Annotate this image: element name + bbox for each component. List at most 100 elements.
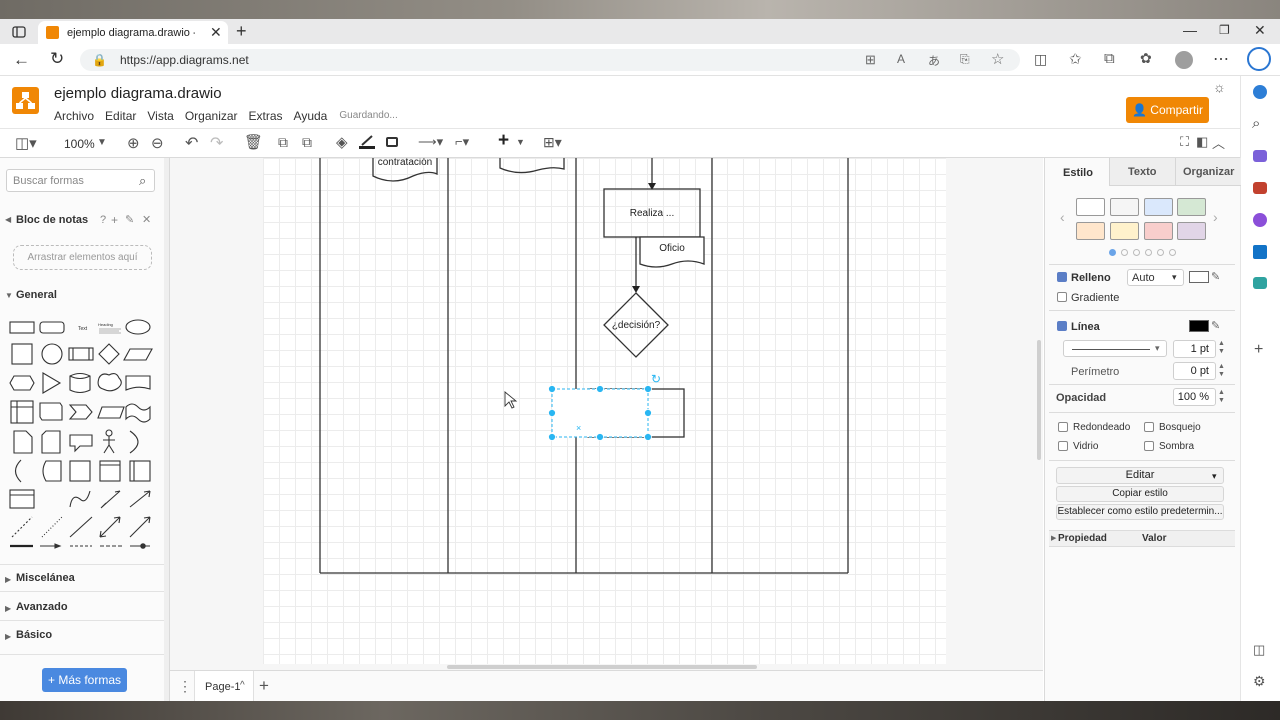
connection-icon[interactable]: ⟶▾ <box>418 134 443 150</box>
swatch-prev-icon[interactable]: ‹ <box>1060 209 1065 225</box>
zoom-in-icon[interactable]: ⊕ <box>127 134 140 152</box>
extensions-icon[interactable]: ✿ <box>1140 50 1152 67</box>
search-icon[interactable]: ⌕ <box>139 173 146 189</box>
search-sidebar-icon[interactable]: ⌕ <box>1252 115 1260 132</box>
style-swatch-8[interactable] <box>1177 222 1206 240</box>
line-style-select[interactable]: ▾ <box>1063 340 1167 357</box>
pages-menu-icon[interactable]: ⋮ <box>178 678 192 695</box>
zoom-out-icon[interactable]: ⊖ <box>151 134 164 152</box>
style-swatch-3[interactable] <box>1144 198 1173 216</box>
bosquejo-checkbox[interactable] <box>1144 422 1154 432</box>
relleno-select[interactable]: Auto ▾ <box>1127 269 1184 286</box>
expand-basic-icon[interactable]: ▶ <box>5 632 11 641</box>
split-screen-icon[interactable]: ◫ <box>1034 51 1047 68</box>
menu-organizar[interactable]: Organizar <box>185 109 238 123</box>
more-options-icon[interactable]: ⋯ <box>1213 49 1229 69</box>
properties-expand-icon[interactable]: ▶ <box>1051 534 1056 542</box>
style-swatch-7[interactable] <box>1144 222 1173 240</box>
format-panel-toggle-icon[interactable]: ◫▾ <box>15 134 37 152</box>
style-swatch-4[interactable] <box>1177 198 1206 216</box>
gradiente-checkbox[interactable] <box>1057 292 1067 302</box>
scratchpad-edit-icon[interactable]: ✎ <box>125 213 134 226</box>
opacidad-field[interactable]: 100 % <box>1173 388 1216 406</box>
zoom-level[interactable]: 100% <box>64 137 95 151</box>
favorite-icon[interactable]: ☆ <box>991 50 1004 68</box>
tag-icon[interactable] <box>1253 150 1267 162</box>
horizontal-scrollbar[interactable] <box>447 665 757 669</box>
outlook-icon[interactable] <box>1253 245 1267 259</box>
tab-organizar[interactable]: Organizar <box>1175 158 1241 186</box>
shadow-icon[interactable] <box>386 137 398 147</box>
add-page-icon[interactable]: + <box>259 676 269 696</box>
drop-icon[interactable] <box>1253 277 1267 289</box>
page-tab[interactable]: Page-1 ^ <box>194 671 254 702</box>
editar-style-button[interactable]: Editar ▾ <box>1056 467 1224 484</box>
notifications-icon[interactable] <box>1253 85 1267 99</box>
insert-dropdown-icon[interactable]: ▼ <box>516 137 525 147</box>
search-shapes-box[interactable]: Buscar formas ⌕ <box>6 169 155 192</box>
style-swatch-1[interactable] <box>1076 198 1105 216</box>
page-options-icon[interactable]: ^ <box>240 680 245 691</box>
browser-tab[interactable]: ejemplo diagrama.drawio - draw ✕ <box>38 21 228 44</box>
menu-archivo[interactable]: Archivo <box>54 109 94 123</box>
section-miscelanea[interactable]: Miscelánea <box>16 572 75 584</box>
share-button[interactable]: 👤 Compartir <box>1126 97 1209 123</box>
linea-edit-icon[interactable]: ✎ <box>1211 319 1220 332</box>
collapse-arrow-icon[interactable]: ◀ <box>5 215 11 224</box>
perimetro-stepper-icon[interactable]: ▲ ▼ <box>1218 363 1225 379</box>
relleno-edit-icon[interactable]: ✎ <box>1211 270 1220 283</box>
read-aloud-icon[interactable]: A <box>897 52 905 66</box>
more-shapes-button[interactable]: + Más formas <box>42 668 127 692</box>
general-expand-icon[interactable]: ▼ <box>5 291 13 300</box>
sidebar-settings-icon[interactable]: ⚙ <box>1253 673 1266 690</box>
favorites-icon[interactable]: ✩ <box>1069 50 1082 68</box>
scratchpad-dropzone[interactable]: Arrastrar elementos aquí <box>13 245 152 270</box>
section-general[interactable]: General <box>16 289 57 301</box>
diagram[interactable]: contratación Realiza ... Oficio ¿decisió… <box>263 158 946 664</box>
close-tab-icon[interactable]: ✕ <box>210 24 222 41</box>
delete-icon[interactable]: 🗑 <box>244 133 263 151</box>
new-tab-icon[interactable]: + <box>236 21 247 42</box>
close-window-icon[interactable]: ✕ <box>1254 22 1266 39</box>
expand-misc-icon[interactable]: ▶ <box>5 575 11 584</box>
scratchpad-help-icon[interactable]: ? <box>100 214 106 226</box>
translate-icon[interactable]: あ <box>928 52 940 69</box>
copiar-estilo-button[interactable]: Copiar estilo <box>1056 486 1224 502</box>
to-front-icon[interactable]: ⧉ <box>278 134 288 151</box>
menu-extras[interactable]: Extras <box>249 109 283 123</box>
m365-icon[interactable] <box>1253 213 1267 227</box>
section-avanzado[interactable]: Avanzado <box>16 601 68 613</box>
redo-icon[interactable]: ↷ <box>210 133 223 153</box>
insert-icon[interactable]: + <box>498 130 509 152</box>
minimize-icon[interactable]: — <box>1183 22 1197 38</box>
share-page-icon[interactable]: ⎘ <box>960 52 970 67</box>
scratchpad-title[interactable]: Bloc de notas <box>16 214 88 226</box>
fullscreen-icon[interactable]: ⛶ <box>1180 134 1189 150</box>
address-bar[interactable]: 🔒 https://app.diagrams.net ⊞ A あ ⎘ ☆ <box>80 49 1020 71</box>
tools-icon[interactable] <box>1253 182 1267 194</box>
shape-text-label[interactable]: Text <box>78 326 88 332</box>
panel-splitter[interactable] <box>164 158 169 701</box>
format-toggle-icon[interactable]: ◧ <box>1196 134 1208 150</box>
collapse-icon[interactable]: ︿ <box>1212 133 1225 152</box>
line-width-stepper-icon[interactable]: ▲ ▼ <box>1218 340 1225 356</box>
perimetro-field[interactable]: 0 pt <box>1173 362 1216 380</box>
expand-advanced-icon[interactable]: ▶ <box>5 604 11 613</box>
redondeado-checkbox[interactable] <box>1058 422 1068 432</box>
linea-checkbox[interactable] <box>1057 321 1067 331</box>
copilot-icon[interactable] <box>1247 47 1271 71</box>
vidrio-checkbox[interactable] <box>1058 441 1068 451</box>
opacidad-stepper-icon[interactable]: ▲ ▼ <box>1218 389 1225 405</box>
hide-sidebar-icon[interactable]: ◫ <box>1253 642 1265 658</box>
swatch-pager[interactable] <box>1109 249 1176 256</box>
sombra-checkbox[interactable] <box>1144 441 1154 451</box>
relleno-color[interactable] <box>1189 271 1209 283</box>
menu-editar[interactable]: Editar <box>105 109 136 123</box>
scratchpad-close-icon[interactable]: ✕ <box>142 213 151 226</box>
selected-shape[interactable] <box>551 388 649 438</box>
document-title[interactable]: ejemplo diagrama.drawio <box>54 85 222 102</box>
section-basico[interactable]: Básico <box>16 629 52 641</box>
line-width-field[interactable]: 1 pt <box>1173 340 1216 358</box>
swatch-next-icon[interactable]: › <box>1213 209 1218 225</box>
to-back-icon[interactable]: ⧉ <box>302 134 312 151</box>
